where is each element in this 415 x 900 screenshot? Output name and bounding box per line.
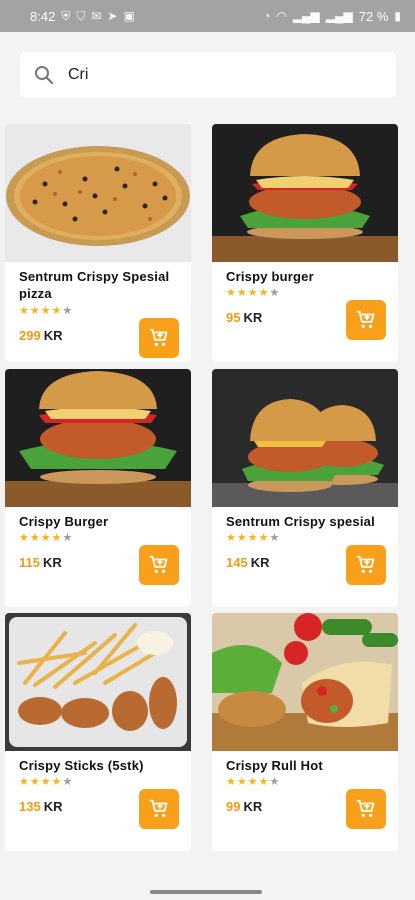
product-grid: Sentrum Crispy Spesial pizza ★ ★ ★ ★ ★ 2… xyxy=(0,0,415,900)
cart-plus-icon xyxy=(149,799,168,818)
price-currency: KR xyxy=(43,799,63,814)
price: 135 KR xyxy=(19,799,62,814)
product-card[interactable]: Crispy burger ★ ★ ★ ★ ★ 95 KR xyxy=(212,124,398,362)
rating-stars: ★ ★ ★ ★ ★ xyxy=(226,533,279,544)
price: 95 KR xyxy=(226,310,262,325)
star-icon: ★ xyxy=(236,776,247,788)
price-currency: KR xyxy=(243,310,263,325)
star-icon: ★ xyxy=(40,776,51,788)
gesture-nav-bar[interactable] xyxy=(150,890,262,894)
product-name: Crispy Burger xyxy=(19,514,109,529)
product-card[interactable]: Sentrum Crispy Spesial pizza ★ ★ ★ ★ ★ 2… xyxy=(5,124,191,362)
product-card[interactable]: Crispy Sticks (5stk) ★ ★ ★ ★ ★ 135 KR xyxy=(5,613,191,851)
product-name: Sentrum Crispy spesial xyxy=(226,514,375,529)
star-icon: ★ xyxy=(258,532,269,544)
rating-stars: ★ ★ ★ ★ ★ xyxy=(226,288,279,299)
price: 99 KR xyxy=(226,799,262,814)
price-amount: 95 xyxy=(226,310,241,325)
star-half-icon: ★ xyxy=(62,305,73,317)
star-half-icon: ★ xyxy=(269,287,280,299)
star-icon: ★ xyxy=(247,532,258,544)
star-icon: ★ xyxy=(19,776,29,788)
star-icon: ★ xyxy=(29,305,40,317)
price: 145 KR xyxy=(226,555,269,570)
cart-plus-icon xyxy=(356,310,375,329)
star-half-icon: ★ xyxy=(62,776,73,788)
product-name: Crispy burger xyxy=(226,269,314,284)
add-to-cart-button[interactable] xyxy=(139,545,179,585)
price-currency: KR xyxy=(43,328,63,343)
star-icon: ★ xyxy=(51,305,62,317)
rating-stars: ★ ★ ★ ★ ★ xyxy=(226,777,279,788)
cart-plus-icon xyxy=(356,799,375,818)
star-half-icon: ★ xyxy=(269,776,280,788)
price: 299 KR xyxy=(19,328,62,343)
star-icon: ★ xyxy=(236,532,247,544)
add-to-cart-button[interactable] xyxy=(139,789,179,829)
rating-stars: ★ ★ ★ ★ ★ xyxy=(19,777,72,788)
star-icon: ★ xyxy=(247,776,258,788)
add-to-cart-button[interactable] xyxy=(139,318,179,358)
star-icon: ★ xyxy=(51,532,62,544)
star-icon: ★ xyxy=(19,532,29,544)
star-icon: ★ xyxy=(40,305,51,317)
star-icon: ★ xyxy=(29,532,40,544)
star-icon: ★ xyxy=(51,776,62,788)
product-card[interactable]: Sentrum Crispy spesial ★ ★ ★ ★ ★ 145 KR xyxy=(212,369,398,607)
star-icon: ★ xyxy=(247,287,258,299)
price-amount: 99 xyxy=(226,799,241,814)
price-currency: KR xyxy=(243,799,263,814)
price-currency: KR xyxy=(250,555,270,570)
star-half-icon: ★ xyxy=(269,532,280,544)
burger-image xyxy=(5,369,191,507)
star-icon: ★ xyxy=(236,287,247,299)
star-icon: ★ xyxy=(226,532,236,544)
burgers-image xyxy=(212,369,398,507)
rating-stars: ★ ★ ★ ★ ★ xyxy=(19,306,72,317)
product-card[interactable]: Crispy Rull Hot ★ ★ ★ ★ ★ 99 KR xyxy=(212,613,398,851)
price-currency: KR xyxy=(42,555,62,570)
wrap-image xyxy=(212,613,398,751)
product-name: Crispy Rull Hot xyxy=(226,758,323,773)
price-amount: 145 xyxy=(226,555,248,570)
burger-image xyxy=(212,124,398,262)
star-icon: ★ xyxy=(226,776,236,788)
pizza-image xyxy=(5,124,191,262)
star-icon: ★ xyxy=(258,776,269,788)
add-to-cart-button[interactable] xyxy=(346,789,386,829)
product-card[interactable]: Crispy Burger ★ ★ ★ ★ ★ 115 KR xyxy=(5,369,191,607)
product-name: Crispy Sticks (5stk) xyxy=(19,758,144,773)
rating-stars: ★ ★ ★ ★ ★ xyxy=(19,533,72,544)
add-to-cart-button[interactable] xyxy=(346,545,386,585)
price-amount: 299 xyxy=(19,328,41,343)
star-half-icon: ★ xyxy=(62,532,73,544)
star-icon: ★ xyxy=(40,532,51,544)
star-icon: ★ xyxy=(226,287,236,299)
price-amount: 135 xyxy=(19,799,41,814)
sticks-image xyxy=(5,613,191,751)
cart-plus-icon xyxy=(149,555,168,574)
star-icon: ★ xyxy=(258,287,269,299)
cart-plus-icon xyxy=(149,328,168,347)
cart-plus-icon xyxy=(356,555,375,574)
add-to-cart-button[interactable] xyxy=(346,300,386,340)
product-name: Sentrum Crispy Spesial pizza xyxy=(19,269,170,301)
star-icon: ★ xyxy=(29,776,40,788)
price: 115 KR xyxy=(19,555,62,570)
price-amount: 115 xyxy=(19,555,40,570)
star-icon: ★ xyxy=(19,305,29,317)
